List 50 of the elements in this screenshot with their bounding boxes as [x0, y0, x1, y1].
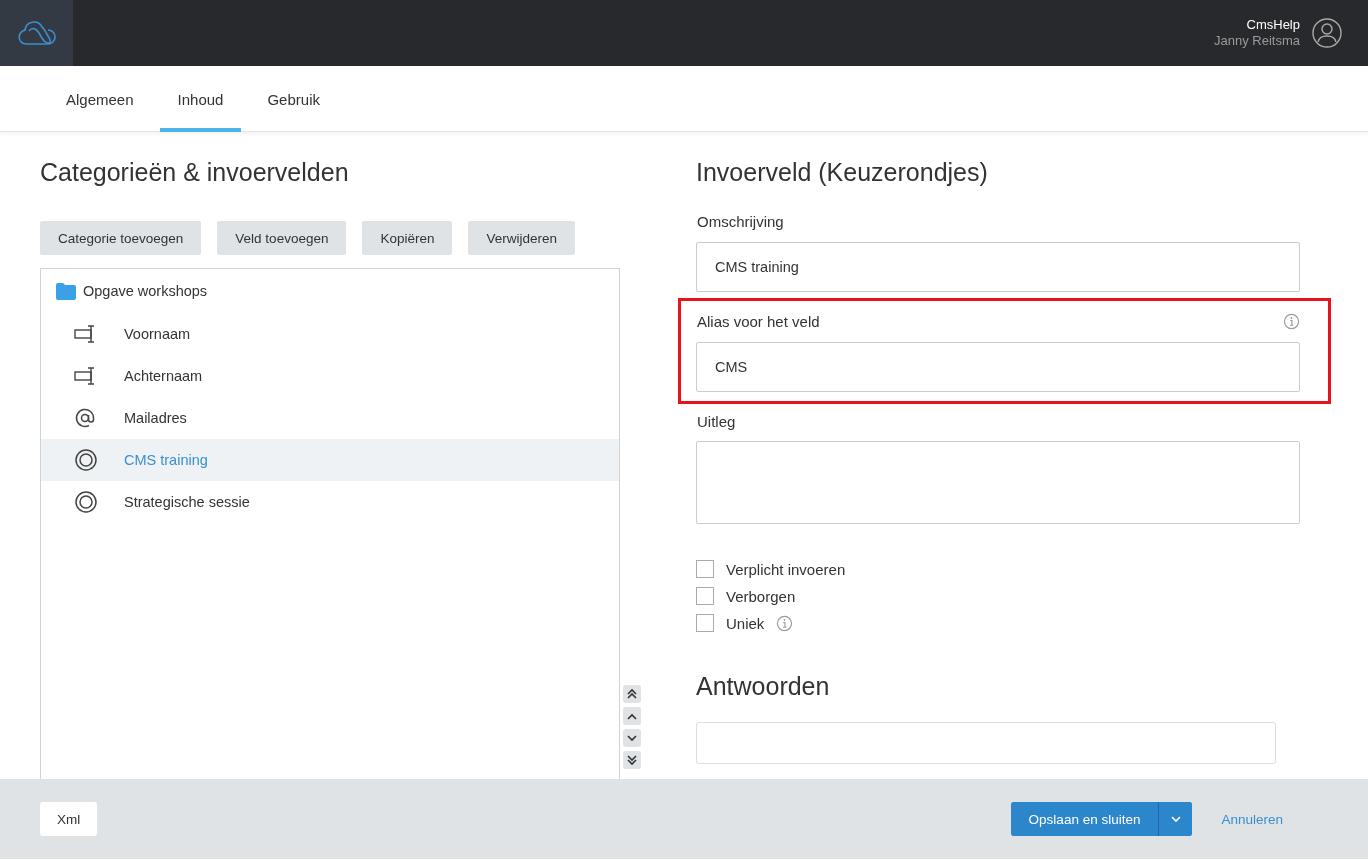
section-title: Categorieën & invoervelden [40, 158, 350, 188]
toolbar-button[interactable]: Veld toevoegen [217, 221, 347, 255]
toolbar-button[interactable]: Verwijderen [468, 221, 576, 255]
field-label: Omschrijving [697, 212, 784, 230]
text-area[interactable] [696, 441, 1300, 524]
chevron-down-icon [1170, 815, 1181, 823]
checkbox-label: Verplicht invoeren [726, 560, 846, 578]
section-title: Antwoorden [696, 672, 831, 702]
save-options-button[interactable] [1158, 802, 1193, 836]
radio-button-icon [74, 490, 98, 514]
toolbar-button[interactable]: Categorie toevoegen [40, 221, 202, 255]
info-icon[interactable] [776, 614, 794, 632]
site-name: CmsHelp [1245, 17, 1300, 33]
tree-item[interactable]: Strategische sessie [41, 481, 619, 523]
cloud-logo-icon [15, 19, 58, 47]
info-icon[interactable] [1283, 312, 1300, 330]
xml-button[interactable]: Xml [40, 802, 98, 836]
user-avatar-icon[interactable] [1312, 18, 1342, 48]
tab[interactable]: Gebruik [249, 66, 338, 132]
checkbox-label: Uniek [726, 614, 765, 632]
field-label: Uitleg [697, 412, 736, 430]
folder-icon [55, 281, 77, 301]
chevron-up-icon [627, 712, 637, 720]
form-title: Invoerveld (Keuzerondjes) [696, 158, 989, 188]
move-to-bottom-button[interactable] [623, 751, 641, 769]
input-field[interactable]: CMS [696, 342, 1300, 392]
radio-button-icon [74, 448, 98, 472]
field-label: Alias voor het veld [697, 312, 820, 330]
checkbox-label: Verborgen [726, 587, 796, 605]
at-sign-icon [74, 407, 96, 429]
logo-panel[interactable] [0, 0, 73, 66]
chevron-down-icon [627, 734, 637, 742]
checkbox[interactable] [696, 614, 714, 632]
input-field[interactable]: CMS training [696, 242, 1300, 292]
double-chevron-down-icon [627, 754, 637, 766]
answer-field[interactable] [696, 722, 1276, 764]
double-chevron-up-icon [627, 688, 637, 700]
move-to-top-button[interactable] [623, 685, 641, 703]
checkbox[interactable] [696, 587, 714, 605]
tree-item[interactable]: Achternaam [41, 355, 619, 397]
category-label: Opgave workshops [83, 283, 208, 299]
tree-item[interactable]: Voornaam [41, 313, 619, 355]
tab[interactable]: Inhoud [159, 66, 242, 132]
move-down-button[interactable] [623, 729, 641, 747]
move-up-button[interactable] [623, 707, 641, 725]
toolbar-button[interactable]: Kopiëren [362, 221, 453, 255]
user-name: Janny Reitsma [1214, 33, 1300, 49]
tab[interactable]: Algemeen [48, 66, 152, 132]
checkbox[interactable] [696, 560, 714, 578]
tree-item[interactable]: Mailadres [41, 397, 619, 439]
